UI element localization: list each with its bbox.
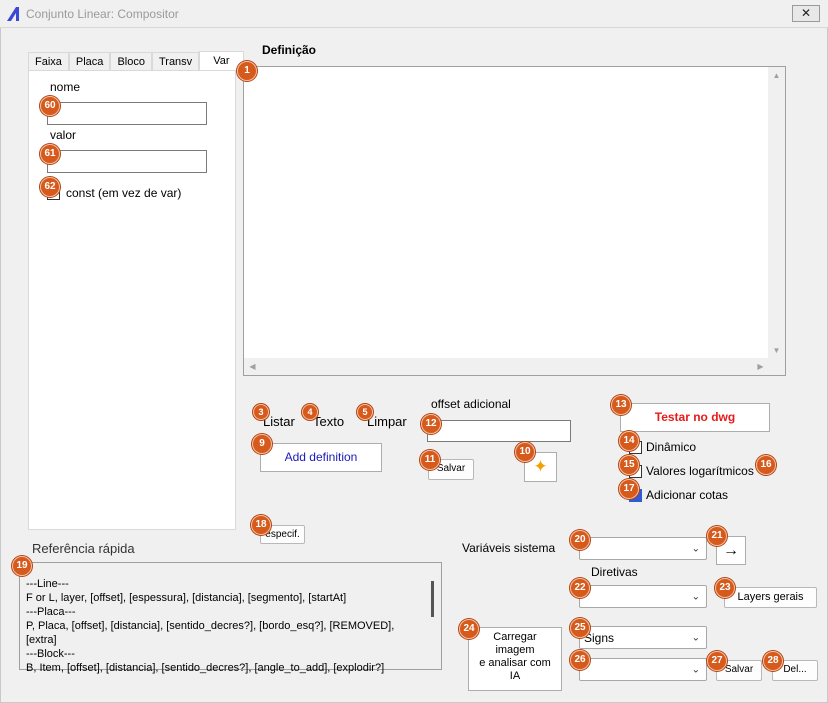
carregar-line: e analisar com — [479, 657, 551, 669]
badge-marker: 16 — [756, 455, 776, 475]
badge-marker: 17 — [619, 479, 639, 499]
window-title: Conjunto Linear: Compositor — [26, 7, 179, 21]
scroll-up-icon[interactable]: ▲ — [768, 67, 785, 84]
badge-marker: 11 — [420, 450, 440, 470]
carregar-line: IA — [509, 670, 521, 682]
carregar-imagem-ia-button[interactable]: Carregar imagem e analisar com IA — [468, 627, 562, 691]
badge-marker: 1 — [237, 61, 257, 81]
quick-ref-line: ---Block--- — [26, 648, 75, 660]
dinamico-label: Dinâmico — [646, 440, 697, 454]
scroll-right-icon[interactable]: ▶ — [752, 358, 769, 375]
tab-strip: Faixa Placa Bloco Transv Var — [28, 51, 244, 71]
offset-label: offset adicional — [431, 397, 511, 411]
definition-horizontal-scrollbar[interactable]: ◀ ▶ — [244, 358, 769, 375]
chevron-down-icon: ⌄ — [691, 591, 700, 602]
diretivas-label: Diretivas — [591, 565, 638, 579]
scroll-left-icon[interactable]: ◀ — [244, 358, 261, 375]
badge-marker: 23 — [715, 578, 735, 598]
quick-ref-line: ---Line--- — [26, 578, 69, 590]
badge-marker: 10 — [515, 442, 535, 462]
definition-textarea[interactable]: ▲ ▼ ◀ ▶ — [243, 66, 786, 376]
chevron-down-icon: ⌄ — [691, 543, 700, 554]
signs-select[interactable]: Signs ⌄ — [579, 626, 707, 649]
badge-marker: 25 — [570, 618, 590, 638]
badge-marker: 62 — [40, 177, 60, 197]
variaveis-label: Variáveis sistema — [462, 541, 556, 555]
item-select[interactable]: ⌄ — [579, 658, 707, 681]
badge-marker: 4 — [302, 404, 318, 420]
badge-marker: 21 — [707, 526, 727, 546]
tab-bloco[interactable]: Bloco — [110, 52, 152, 71]
tab-placa[interactable]: Placa — [68, 52, 111, 71]
scrollbar-corner — [768, 358, 785, 375]
badge-marker: 18 — [251, 515, 271, 535]
quick-ref-line: ---Placa--- — [26, 606, 76, 618]
offset-input[interactable] — [427, 420, 571, 442]
badge-marker: 60 — [40, 96, 60, 116]
app-logo-icon — [7, 7, 19, 21]
badge-marker: 3 — [253, 404, 269, 420]
nome-input[interactable] — [47, 102, 207, 125]
valores-log-label: Valores logarítmicos — [646, 464, 754, 478]
quick-ref-line: P, Placa, [offset], [distancia], [sentid… — [26, 620, 395, 632]
tab-faixa[interactable]: Faixa — [28, 52, 69, 71]
tab-transv[interactable]: Transv — [151, 52, 200, 71]
scroll-down-icon[interactable]: ▼ — [768, 342, 785, 359]
quick-ref-line: B, Item, [offset], [distancia], [sentido… — [26, 662, 385, 674]
badge-marker: 28 — [763, 651, 783, 671]
quick-ref-box: ---Line--- F or L, layer, [offset], [esp… — [19, 562, 442, 674]
badge-marker: 22 — [570, 578, 590, 598]
badge-marker: 26 — [570, 650, 590, 670]
badge-marker: 19 — [12, 556, 32, 576]
badge-marker: 15 — [619, 455, 639, 475]
definition-vertical-scrollbar[interactable]: ▲ ▼ — [768, 67, 785, 359]
badge-marker: 9 — [252, 434, 272, 454]
limpar-link[interactable]: Limpar — [367, 414, 407, 429]
badge-marker: 24 — [459, 619, 479, 639]
chevron-down-icon: ⌄ — [691, 664, 700, 675]
adicionar-cotas-label: Adicionar cotas — [646, 488, 729, 502]
carregar-line: imagem — [495, 644, 535, 656]
quick-ref-title: Referência rápida — [32, 541, 135, 556]
title-bar: Conjunto Linear: Compositor ✕ — [0, 0, 828, 28]
texto-link[interactable]: Texto — [313, 414, 344, 429]
badge-marker: 14 — [619, 431, 639, 451]
testar-dwg-button[interactable]: Testar no dwg — [620, 403, 770, 432]
variaveis-select[interactable]: ⌄ — [579, 537, 707, 560]
layers-gerais-button[interactable]: Layers gerais — [724, 587, 817, 608]
sparkle-icon: ✦ — [533, 457, 548, 476]
badge-marker: 5 — [357, 404, 373, 420]
badge-marker: 27 — [707, 651, 727, 671]
quick-ref-line: F or L, layer, [offset], [espessura], [d… — [26, 592, 347, 604]
valor-label: valor — [50, 128, 77, 142]
nome-label: nome — [50, 80, 81, 94]
valor-input[interactable] — [47, 150, 207, 173]
diretivas-select[interactable]: ⌄ — [579, 585, 707, 608]
badge-marker: 13 — [611, 395, 631, 415]
quick-ref-line: [extra] — [26, 634, 57, 646]
badge-marker: 61 — [40, 144, 60, 164]
definition-label: Definição — [262, 43, 317, 57]
chevron-down-icon: ⌄ — [691, 632, 700, 643]
quick-ref-content: ---Line--- F or L, layer, [offset], [esp… — [26, 577, 394, 675]
carregar-line: Carregar — [493, 631, 537, 643]
add-definition-button[interactable]: Add definition — [260, 443, 382, 472]
const-label: const (em vez de var) — [66, 186, 182, 200]
badge-marker: 20 — [570, 530, 590, 550]
badge-marker: 12 — [421, 414, 441, 434]
close-button[interactable]: ✕ — [792, 5, 820, 22]
quick-ref-scrollbar[interactable] — [431, 581, 434, 617]
